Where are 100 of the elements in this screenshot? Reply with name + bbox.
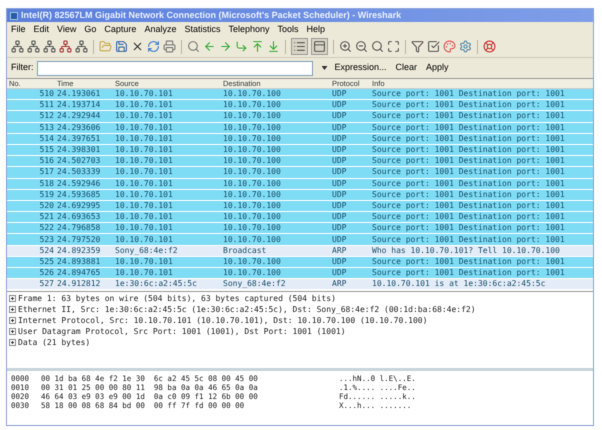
- table-cell-text: 10.10.70.101: [115, 146, 174, 154]
- table-cell-text: 24.796858: [57, 224, 102, 232]
- table-cell-text: 10.10.70.101: [115, 112, 174, 120]
- table-cell-text: Source port: 1001 Destination port: 1001: [372, 134, 566, 143]
- menu-item[interactable]: Go: [84, 24, 96, 34]
- table-cell-text: UDP: [332, 124, 348, 132]
- menu-item[interactable]: Telephony: [228, 24, 270, 34]
- table-cell-text: 10.10.70.100: [223, 90, 282, 98]
- packet-row[interactable]: 519 24.593685 10.10.70.101 10.10.70.100 UDP Source port: 1001 Destination port: 1001: [7, 190, 593, 201]
- detail-line: Frame 1: 63 bytes on wire (504 bits), 63 bytes captured (504 bits): [18, 292, 336, 304]
- menu-item[interactable]: View: [57, 24, 76, 34]
- table-cell-text: Source port: 1001 Destination port: 1001: [372, 180, 566, 188]
- table-cell-text: 10.10.70.101: [115, 213, 174, 222]
- table-cell-text: 24.292944: [57, 112, 102, 120]
- menu-item[interactable]: Statistics: [184, 24, 220, 34]
- table-cell-text: 10.10.70.101: [115, 202, 174, 210]
- packet-row[interactable]: 516 24.502703 10.10.70.101 10.10.70.100 UDP Source port: 1001 Destination port: 1001: [7, 156, 593, 168]
- table-cell-text: Broadcast: [223, 246, 268, 255]
- table-cell-text: 10.10.70.101: [115, 134, 174, 143]
- packet-row[interactable]: 514 24.397651 10.10.70.101 10.10.70.100 UDP Source port: 1001 Destination port: 1001: [7, 134, 593, 145]
- table-cell-text: 517: [38, 168, 55, 176]
- table-cell-text: 24.693653: [57, 213, 102, 222]
- packet-row[interactable]: 522 24.796858 10.10.70.101 10.10.70.100 UDP Source port: 1001 Destination port: 1001: [7, 223, 593, 234]
- table-cell-text: Source port: 1001 Destination port: 1001: [372, 213, 566, 222]
- table-cell-text: 10.10.70.100: [223, 134, 282, 143]
- table-cell-text: 24.592946: [57, 180, 102, 188]
- table-cell-text: Source port: 1001 Destination port: 1001: [372, 101, 566, 110]
- table-cell-text: 10.10.70.100: [223, 146, 282, 154]
- table-cell-text: Source port: 1001 Destination port: 1001: [372, 112, 566, 120]
- table-cell-text: ARP: [332, 246, 348, 255]
- table-cell-text: 24.502703: [57, 157, 102, 166]
- table-cell-text: Source port: 1001 Destination port: 1001: [372, 90, 566, 98]
- filter-link[interactable]: Clear: [396, 61, 418, 75]
- table-cell-text: 522: [38, 224, 55, 232]
- table-cell-text: 519: [38, 190, 55, 199]
- table-cell-text: 513: [38, 124, 55, 132]
- packet-row[interactable]: 520 24.692995 10.10.70.101 10.10.70.100 UDP Source port: 1001 Destination port: 1001: [7, 200, 593, 212]
- table-cell-text: 24.397651: [57, 134, 102, 143]
- table-cell-text: 524: [38, 246, 55, 255]
- table-cell-text: 10.10.70.100: [223, 258, 282, 266]
- detail-line: Data (21 bytes): [18, 336, 90, 348]
- table-cell-text: 10.10.70.101: [115, 180, 174, 188]
- menu-item[interactable]: File: [11, 24, 26, 34]
- packet-row[interactable]: 515 24.398301 10.10.70.101 10.10.70.100 UDP Source port: 1001 Destination port: 1001: [7, 144, 593, 156]
- table-cell-text: 10.10.70.101: [115, 101, 174, 110]
- table-cell-text: 10.10.70.101: [115, 168, 174, 176]
- menu-item[interactable]: Analyze: [144, 24, 176, 34]
- table-cell-text: 24.894765: [57, 269, 102, 278]
- table-cell-text: 10.10.70.100: [223, 157, 282, 166]
- table-cell-text: 512: [38, 112, 55, 120]
- filter-link[interactable]: Expression...: [334, 61, 387, 75]
- table-cell-text: UDP: [332, 269, 348, 278]
- menu-item[interactable]: Tools: [278, 24, 299, 34]
- packet-row[interactable]: 521 24.693653 10.10.70.101 10.10.70.100 UDP Source port: 1001 Destination port: 1001: [7, 212, 593, 224]
- table-cell-text: 520: [38, 202, 55, 210]
- table-cell-text: 527: [38, 280, 55, 288]
- table-cell-text: 10.10.70.100: [223, 190, 282, 199]
- table-cell-text: 24.193714: [57, 101, 102, 110]
- detail-line: Ethernet II, Src: 1e:30:6c:a2:45:5c (1e:30:6c:a2:45:5c), Dst: Sony_68:4e:f2 (00:1d:ba:68:4e:f2): [18, 304, 476, 316]
- menu-item[interactable]: Help: [306, 24, 326, 34]
- table-cell-text: 510: [38, 90, 55, 98]
- packet-row[interactable]: 517 24.503339 10.10.70.101 10.10.70.100 UDP Source port: 1001 Destination port: 1001: [7, 167, 593, 178]
- table-cell-text: 24.593685: [57, 190, 102, 199]
- table-cell-text: Source port: 1001 Destination port: 1001: [372, 168, 566, 176]
- table-cell-text: UDP: [332, 168, 348, 176]
- table-cell-text: 24.293606: [57, 124, 102, 132]
- table-cell-text: 10.10.70.101: [115, 157, 174, 166]
- menu-item[interactable]: Edit: [34, 24, 50, 34]
- table-cell-text: 516: [38, 157, 55, 166]
- packet-row[interactable]: 523 24.797520 10.10.70.101 10.10.70.100 UDP Source port: 1001 Destination port: 1001: [7, 234, 593, 246]
- table-cell-text: UDP: [332, 236, 348, 244]
- filter-link[interactable]: Apply: [426, 61, 449, 75]
- table-cell-text: UDP: [332, 213, 348, 222]
- packet-row[interactable]: 526 24.894765 10.10.70.101 10.10.70.100 UDP Source port: 1001 Destination port: 1001: [7, 268, 593, 280]
- packet-row[interactable]: 513 24.293606 10.10.70.101 10.10.70.100 UDP Source port: 1001 Destination port: 1001: [7, 122, 593, 134]
- table-cell-text: 10.10.70.101: [115, 236, 174, 244]
- table-cell-text: 10.10.70.101: [115, 258, 174, 266]
- table-cell-text: Source port: 1001 Destination port: 1001: [372, 236, 566, 244]
- window-title: Intel(R) 82567LM Gigabit Network Connection (Microsoft's Packet Scheduler) - Wireshark: [21, 11, 402, 20]
- table-cell-text: 10.10.70.101: [115, 124, 174, 132]
- table-cell-text: Sony_68:4e:f2: [223, 280, 287, 288]
- table-cell-text: 10.10.70.100: [223, 213, 282, 222]
- table-cell-text: Sony_68:4e:f2: [115, 246, 179, 255]
- packet-row[interactable]: 524 24.892359 Sony_68:4e:f2 Broadcast ARP Who has 10.10.70.101? Tell 10.10.70.100: [7, 246, 593, 257]
- packet-row[interactable]: 511 24.193714 10.10.70.101 10.10.70.100 UDP Source port: 1001 Destination port: 1001: [7, 100, 593, 112]
- packet-row[interactable]: 525 24.893881 10.10.70.101 10.10.70.100 UDP Source port: 1001 Destination port: 1001: [7, 256, 593, 268]
- table-cell-text: UDP: [332, 101, 348, 110]
- packet-row[interactable]: 510 24.193061 10.10.70.101 10.10.70.100 UDP Source port: 1001 Destination port: 1001: [7, 89, 593, 100]
- table-cell-text: 24.893881: [57, 258, 102, 266]
- packet-row[interactable]: 527 24.912812 1e:30:6c:a2:45:5c Sony_68:4e:f2 ARP 10.10.70.101 is at 1e:30:6c:a2:45:5c: [7, 279, 593, 290]
- menu-item[interactable]: Capture: [104, 24, 136, 34]
- table-cell-text: 10.10.70.101 is at 1e:30:6c:a2:45:5c: [372, 280, 546, 288]
- table-cell-text: 24.912812: [57, 280, 102, 288]
- table-cell-text: Source port: 1001 Destination port: 1001: [372, 157, 566, 166]
- table-cell-text: Source port: 1001 Destination port: 1001: [372, 258, 566, 266]
- table-cell-text: 10.10.70.100: [223, 269, 282, 278]
- table-cell-text: UDP: [332, 202, 348, 210]
- packet-row[interactable]: 512 24.292944 10.10.70.101 10.10.70.100 UDP Source port: 1001 Destination port: 1001: [7, 111, 593, 123]
- packet-row[interactable]: 518 24.592946 10.10.70.101 10.10.70.100 UDP Source port: 1001 Destination port: 1001: [7, 178, 593, 190]
- table-cell-text: 514: [38, 134, 55, 143]
